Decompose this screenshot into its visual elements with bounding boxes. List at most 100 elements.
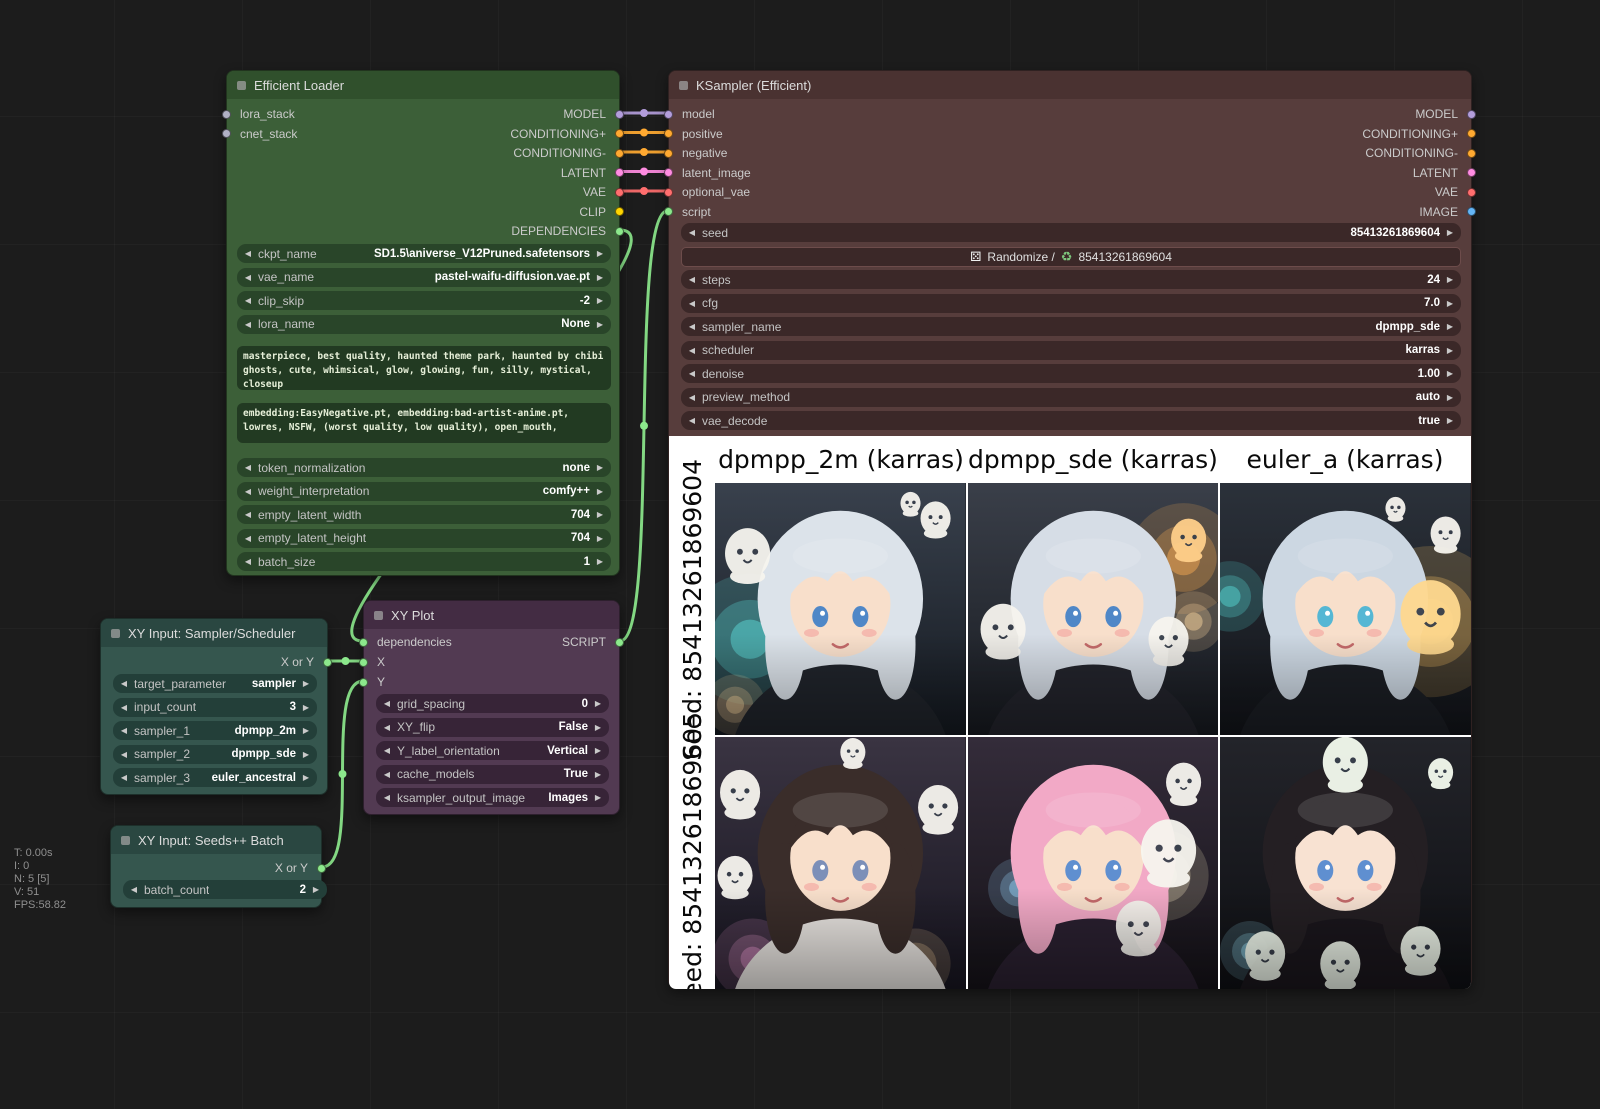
port-dot-IMAGE[interactable]	[1467, 207, 1476, 216]
port-MODEL[interactable]: MODEL	[1415, 107, 1471, 121]
increment-arrow-icon[interactable]: ▶	[595, 273, 605, 282]
increment-arrow-icon[interactable]: ▶	[593, 770, 603, 779]
port-dot-X[interactable]	[359, 658, 368, 667]
decrement-arrow-icon[interactable]: ◀	[687, 275, 697, 284]
increment-arrow-icon[interactable]: ▶	[595, 510, 605, 519]
node-header[interactable]: KSampler (Efficient)	[669, 71, 1471, 99]
increment-arrow-icon[interactable]: ▶	[595, 487, 605, 496]
graph-canvas[interactable]: Efficient Loader masterpiece, best quali…	[0, 0, 1600, 1109]
port-dot-CLIP[interactable]	[615, 207, 624, 216]
node-efficient-loader[interactable]: Efficient Loader masterpiece, best quali…	[226, 70, 620, 576]
port-dot-LATENT[interactable]	[615, 168, 624, 177]
decrement-arrow-icon[interactable]: ◀	[119, 726, 129, 735]
widget-empty_latent_height[interactable]: ◀empty_latent_height704▶	[237, 529, 611, 548]
port-dot-LATENT[interactable]	[1467, 168, 1476, 177]
decrement-arrow-icon[interactable]: ◀	[382, 699, 392, 708]
decrement-arrow-icon[interactable]: ◀	[687, 346, 697, 355]
node-header[interactable]: Efficient Loader	[227, 71, 619, 99]
decrement-arrow-icon[interactable]: ◀	[243, 249, 253, 258]
collapse-icon[interactable]	[111, 629, 120, 638]
decrement-arrow-icon[interactable]: ◀	[687, 322, 697, 331]
widget-empty_latent_width[interactable]: ◀empty_latent_width704▶	[237, 505, 611, 524]
port-VAE[interactable]: VAE	[1435, 185, 1471, 199]
port-dot-cnet_stack[interactable]	[222, 129, 231, 138]
port-IMAGE[interactable]: IMAGE	[1419, 205, 1471, 219]
port-dot-CONDITIONING-[interactable]	[615, 149, 624, 158]
increment-arrow-icon[interactable]: ▶	[1445, 228, 1455, 237]
widget-grid_spacing[interactable]: ◀grid_spacing0▶	[376, 694, 609, 713]
port-CONDITIONING+[interactable]: CONDITIONING+	[510, 127, 619, 141]
port-X or Y[interactable]: X or Y	[281, 655, 327, 669]
widget-seed[interactable]: ◀seed85413261869604▶	[681, 223, 1461, 242]
port-dot-VAE[interactable]	[1467, 188, 1476, 197]
port-dot-X or Y[interactable]	[317, 864, 326, 873]
widget-Y_label_orientation[interactable]: ◀Y_label_orientationVertical▶	[376, 741, 609, 760]
widget-scheduler[interactable]: ◀schedulerkarras▶	[681, 341, 1461, 360]
port-dot-SCRIPT[interactable]	[615, 638, 624, 647]
increment-arrow-icon[interactable]: ▶	[595, 320, 605, 329]
increment-arrow-icon[interactable]: ▶	[1445, 369, 1455, 378]
increment-arrow-icon[interactable]: ▶	[595, 296, 605, 305]
decrement-arrow-icon[interactable]: ◀	[119, 679, 129, 688]
increment-arrow-icon[interactable]: ▶	[593, 699, 603, 708]
increment-arrow-icon[interactable]: ▶	[311, 885, 321, 894]
node-header[interactable]: XY Plot	[364, 601, 619, 629]
port-dot-CONDITIONING-[interactable]	[1467, 149, 1476, 158]
widget-lora_name[interactable]: ◀lora_nameNone▶	[237, 315, 611, 334]
increment-arrow-icon[interactable]: ▶	[1445, 299, 1455, 308]
widget-sampler_name[interactable]: ◀sampler_namedpmpp_sde▶	[681, 317, 1461, 336]
widget-cfg[interactable]: ◀cfg7.0▶	[681, 294, 1461, 313]
port-Y[interactable]: Y	[364, 675, 385, 689]
port-dot-negative[interactable]	[664, 149, 673, 158]
decrement-arrow-icon[interactable]: ◀	[687, 369, 697, 378]
port-X or Y[interactable]: X or Y	[275, 861, 321, 875]
widget-vae_name[interactable]: ◀vae_namepastel-waifu-diffusion.vae.pt▶	[237, 268, 611, 287]
positive-prompt-textarea[interactable]: masterpiece, best quality, haunted theme…	[237, 346, 611, 390]
increment-arrow-icon[interactable]: ▶	[301, 773, 311, 782]
decrement-arrow-icon[interactable]: ◀	[243, 510, 253, 519]
increment-arrow-icon[interactable]: ▶	[301, 726, 311, 735]
port-VAE[interactable]: VAE	[583, 185, 619, 199]
port-SCRIPT[interactable]: SCRIPT	[562, 635, 619, 649]
widget-denoise[interactable]: ◀denoise1.00▶	[681, 364, 1461, 383]
port-dot-model[interactable]	[664, 110, 673, 119]
widget-input_count[interactable]: ◀input_count3▶	[113, 698, 317, 717]
port-dot-lora_stack[interactable]	[222, 110, 231, 119]
port-negative[interactable]: negative	[669, 146, 727, 160]
node-header[interactable]: XY Input: Sampler/Scheduler	[101, 619, 327, 647]
increment-arrow-icon[interactable]: ▶	[595, 249, 605, 258]
decrement-arrow-icon[interactable]: ◀	[243, 487, 253, 496]
port-DEPENDENCIES[interactable]: DEPENDENCIES	[511, 224, 619, 238]
port-positive[interactable]: positive	[669, 127, 723, 141]
increment-arrow-icon[interactable]: ▶	[301, 750, 311, 759]
port-dot-Y[interactable]	[359, 678, 368, 687]
widget-batch_size[interactable]: ◀batch_size1▶	[237, 552, 611, 571]
widget-sampler_3[interactable]: ◀sampler_3euler_ancestral▶	[113, 768, 317, 787]
increment-arrow-icon[interactable]: ▶	[1445, 275, 1455, 284]
widget-cache_models[interactable]: ◀cache_modelsTrue▶	[376, 765, 609, 784]
port-dot-CONDITIONING+[interactable]	[1467, 129, 1476, 138]
increment-arrow-icon[interactable]: ▶	[595, 463, 605, 472]
widget-batch_count[interactable]: ◀batch_count2▶	[123, 880, 327, 899]
increment-arrow-icon[interactable]: ▶	[593, 723, 603, 732]
decrement-arrow-icon[interactable]: ◀	[243, 557, 253, 566]
node-xy-plot[interactable]: XY Plot ◀grid_spacing0▶ ◀XY_flipFalse▶ ◀Y_…	[363, 600, 620, 815]
decrement-arrow-icon[interactable]: ◀	[382, 746, 392, 755]
decrement-arrow-icon[interactable]: ◀	[243, 320, 253, 329]
decrement-arrow-icon[interactable]: ◀	[382, 793, 392, 802]
widget-ksampler_output_image[interactable]: ◀ksampler_output_imageImages▶	[376, 788, 609, 807]
widget-sampler_1[interactable]: ◀sampler_1dpmpp_2m▶	[113, 721, 317, 740]
port-dot-MODEL[interactable]	[1467, 110, 1476, 119]
decrement-arrow-icon[interactable]: ◀	[119, 773, 129, 782]
decrement-arrow-icon[interactable]: ◀	[243, 534, 253, 543]
widget-preview_method[interactable]: ◀preview_methodauto▶	[681, 388, 1461, 407]
widget-XY_flip[interactable]: ◀XY_flipFalse▶	[376, 718, 609, 737]
decrement-arrow-icon[interactable]: ◀	[243, 463, 253, 472]
node-xy-input-seeds-batch[interactable]: XY Input: Seeds++ Batch ◀batch_count2▶X …	[110, 825, 322, 908]
decrement-arrow-icon[interactable]: ◀	[382, 723, 392, 732]
decrement-arrow-icon[interactable]: ◀	[687, 416, 697, 425]
port-dot-VAE[interactable]	[615, 188, 624, 197]
port-dot-script[interactable]	[664, 207, 673, 216]
port-CLIP[interactable]: CLIP	[579, 205, 619, 219]
decrement-arrow-icon[interactable]: ◀	[129, 885, 139, 894]
